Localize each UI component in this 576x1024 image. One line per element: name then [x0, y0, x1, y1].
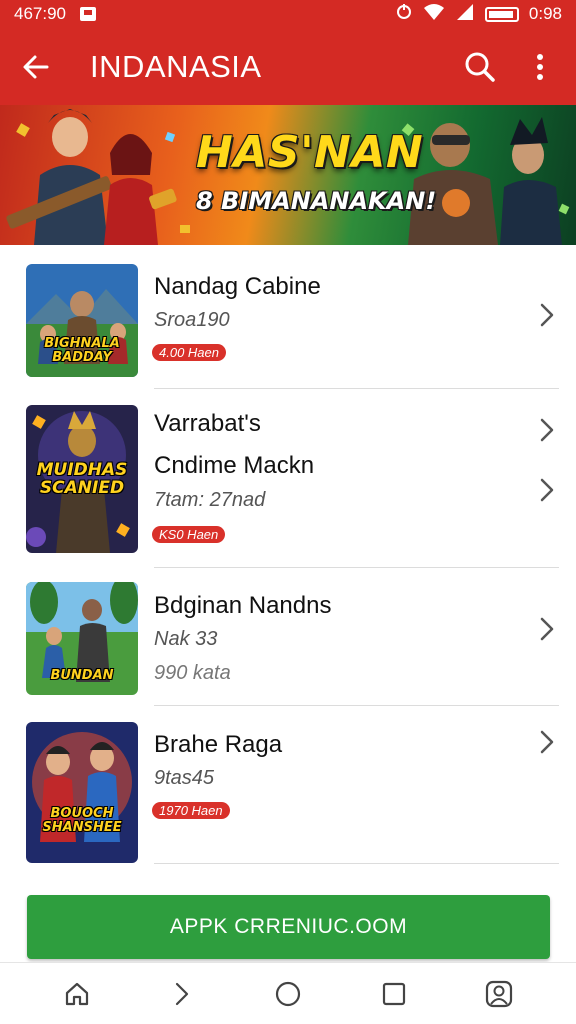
circle-home-icon: [275, 981, 301, 1006]
status-time-right: 0:98: [528, 4, 562, 23]
list-item[interactable]: BIGHNALA BADDAY Nandag Cabine Sroa190 4.…: [0, 245, 576, 390]
thumbnail-caption: BOUOCH SHANSHEE: [42, 806, 122, 835]
wifi-icon: [423, 3, 445, 26]
nav-home-button[interactable]: [57, 974, 97, 1014]
status-time-left: 467:90: [14, 4, 66, 23]
status-badge: KS0 Haen: [152, 526, 226, 543]
item-subtitle: 7tam: 27nad: [154, 489, 266, 511]
item-title: Brahe Raga: [154, 731, 283, 758]
battery-icon: [484, 6, 519, 22]
more-options-button[interactable]: [522, 49, 558, 85]
item-title: Bdginan Nandns: [154, 592, 332, 619]
signal-icon: [455, 3, 475, 26]
nav-profile-button[interactable]: [479, 974, 519, 1014]
game-thumbnail: BUNDAN: [26, 582, 138, 695]
item-subtitle: Nak 33: [154, 628, 218, 650]
status-badge: 1970 Haen: [152, 802, 230, 819]
back-arrow-icon: [23, 55, 49, 78]
nav-circle-button[interactable]: [268, 974, 308, 1014]
sim-card-icon: [80, 7, 96, 21]
thumbnail-caption: BIGHNALA BADDAY: [44, 336, 120, 365]
search-button[interactable]: [462, 49, 498, 85]
search-icon: [465, 52, 495, 82]
forward-icon: [176, 982, 189, 1005]
download-button[interactable]: APPK CRRENIUC.OOM: [27, 895, 550, 959]
thumbnail-caption: BUNDAN: [50, 668, 114, 683]
chevron-right-icon: [536, 476, 558, 504]
app-title: INDANASIA: [90, 48, 262, 84]
divider: [154, 388, 559, 389]
game-thumbnail: BOUOCH SHANSHEE: [26, 722, 138, 863]
item-subtitle: 9tas45: [154, 767, 215, 789]
home-icon: [65, 982, 88, 1005]
chevron-right-icon: [536, 728, 558, 756]
item-subtitle: Sroa190: [154, 309, 230, 331]
thumbnail-caption: MUIDHAS SCANIED: [36, 460, 128, 498]
game-thumbnail: BIGHNALA BADDAY: [26, 264, 138, 377]
sync-icon: [395, 3, 413, 26]
nav-forward-button[interactable]: [162, 974, 202, 1014]
chevron-right-icon: [536, 301, 558, 329]
chevron-right-icon: [536, 416, 558, 444]
back-button[interactable]: [18, 49, 54, 85]
recents-square-icon: [382, 982, 405, 1005]
list-item[interactable]: BOUOCH SHANSHEE Brahe Raga 9tas45 1970 H…: [0, 706, 576, 864]
banner-headline: HAS'NAN: [196, 127, 424, 178]
list-item[interactable]: MUIDHAS SCANIED Varrabat's Cndime Mackn …: [0, 390, 576, 568]
item-title-line-2: Cndime Mackn: [154, 452, 315, 479]
status-bar: 467:90 0:98: [0, 0, 576, 28]
nav-recents-button[interactable]: [374, 974, 414, 1014]
status-badge: 4.00 Haen: [152, 344, 226, 361]
promo-banner[interactable]: HAS'NAN 8 BIMANANAKAN!: [0, 105, 576, 245]
item-title: Nandag Cabine: [154, 273, 321, 300]
banner-subline: 8 BIMANANAKAN!: [196, 187, 437, 215]
chevron-right-icon: [536, 615, 558, 643]
item-title: Varrabat's: [154, 410, 261, 437]
profile-icon: [486, 980, 513, 1007]
system-nav-bar: [0, 962, 576, 1024]
list-item[interactable]: BUNDAN Bdginan Nandns Nak 33 990 kata: [0, 567, 576, 706]
app-bar: INDANASIA: [0, 28, 576, 105]
game-thumbnail: MUIDHAS SCANIED: [26, 405, 138, 553]
more-vert-icon: [537, 53, 543, 80]
item-meta: 990 kata: [154, 662, 231, 684]
divider: [154, 863, 559, 864]
